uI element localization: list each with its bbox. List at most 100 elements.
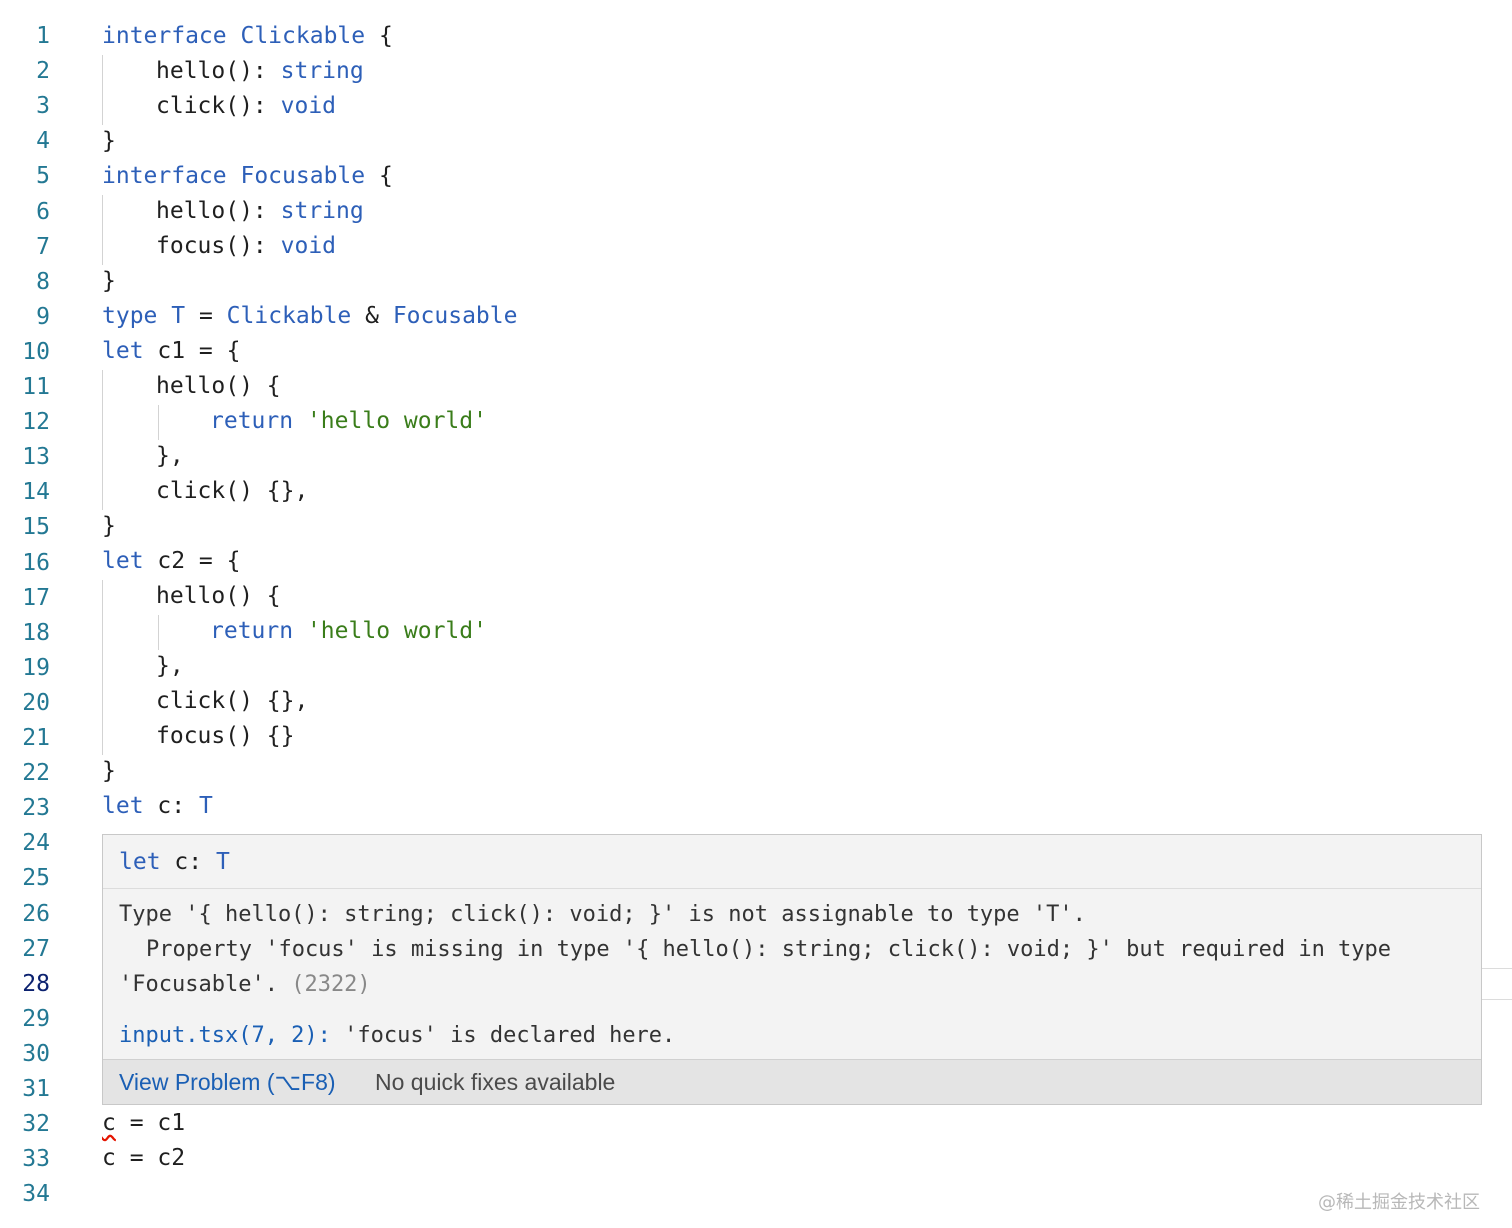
line-number: 5 <box>36 163 50 189</box>
watermark: @稀土掘金技术社区 <box>1318 1192 1480 1213</box>
code-text: }, <box>156 443 184 469</box>
code-text: } <box>102 128 116 154</box>
code-line-5[interactable]: interface Focusable { <box>102 159 393 194</box>
keyword: let <box>119 849 161 875</box>
error-message: Type '{ hello(): string; click(): void; … <box>119 897 1459 1002</box>
line-number: 13 <box>22 444 50 470</box>
code-line-3[interactable]: click(): void <box>156 89 336 124</box>
line-number: 9 <box>36 304 50 330</box>
line-number: 32 <box>22 1111 50 1137</box>
line-number: 18 <box>22 620 50 646</box>
code-line-33[interactable]: c = c2 <box>102 1141 185 1176</box>
line-number: 1 <box>36 23 50 49</box>
code-line-32[interactable]: c = c1 <box>102 1106 185 1141</box>
line-number: 11 <box>22 374 50 400</box>
type-name: void <box>280 233 337 259</box>
code-line-9[interactable]: type T = Clickable & Focusable <box>102 299 517 334</box>
line-number: 29 <box>22 1006 50 1032</box>
code-text: hello() { <box>156 583 281 609</box>
error-hover-widget[interactable]: let c: T Type '{ hello(): string; click(… <box>102 834 1482 1105</box>
line-number: 2 <box>36 58 50 84</box>
no-quick-fixes-label: No quick fixes available <box>375 1069 616 1095</box>
string-literal: 'hello world' <box>306 408 487 434</box>
line-number: 7 <box>36 234 50 260</box>
code-text: c1 = { <box>143 338 241 364</box>
code-text: { <box>365 163 393 189</box>
line-number: 15 <box>22 514 50 540</box>
code-line-22[interactable]: } <box>102 754 116 789</box>
error-message-line: Property 'focus' is missing in type '{ h… <box>146 937 1392 962</box>
code-text: c2 = { <box>143 548 241 574</box>
line-number: 30 <box>22 1041 50 1067</box>
code-text: c: <box>143 793 199 819</box>
error-code: (2322) <box>291 972 371 997</box>
line-number: 20 <box>22 690 50 716</box>
line-number: 10 <box>22 339 50 365</box>
code-text: hello(): <box>156 198 281 224</box>
code-line-4[interactable]: } <box>102 124 116 159</box>
keyword: let <box>102 548 144 574</box>
view-problem-button[interactable]: View Problem (⌥F8) <box>119 1069 336 1096</box>
error-message-text: 'Focusable'. <box>119 972 278 997</box>
related-information: input.tsx(7, 2): 'focus' is declared her… <box>119 1018 675 1053</box>
code-line-15[interactable]: } <box>102 509 116 544</box>
code-line-16[interactable]: let c2 = { <box>102 544 240 579</box>
code-text: c: <box>160 849 216 875</box>
code-line-21[interactable]: focus() {} <box>156 719 294 754</box>
indent-guide <box>158 405 159 440</box>
indent-guide <box>102 195 103 265</box>
hover-signature: let c: T <box>119 845 230 880</box>
type-name: Focusable <box>392 303 518 329</box>
code-text: click(): <box>156 93 281 119</box>
line-number: 26 <box>22 901 50 927</box>
code-line-18[interactable]: return 'hello world' <box>210 614 487 649</box>
code-text: hello() { <box>156 373 281 399</box>
line-number: 6 <box>36 199 50 225</box>
keyword: interface <box>102 23 227 49</box>
code-text: } <box>102 513 116 539</box>
error-message-line: Type '{ hello(): string; click(): void; … <box>119 902 1086 927</box>
code-editor[interactable]: 1 2 3 4 5 6 7 8 9 10 11 12 13 14 15 16 17 18 19 20 21 22 23 24 2… <box>0 0 1512 1228</box>
code-text: focus() {} <box>156 723 295 749</box>
code-line-6[interactable]: hello(): string <box>156 194 364 229</box>
code-line-23[interactable]: let c: T <box>102 789 213 824</box>
current-line-highlight-edge <box>1482 999 1512 1000</box>
related-location-link[interactable]: input.tsx(7, 2): <box>119 1023 331 1048</box>
line-number: 19 <box>22 655 50 681</box>
code-text: }, <box>156 653 184 679</box>
line-number: 21 <box>22 725 50 751</box>
code-line-20[interactable]: click() {}, <box>156 684 308 719</box>
string-literal: 'hello world' <box>306 618 487 644</box>
line-number: 28 <box>22 971 50 997</box>
code-text: } <box>102 268 116 294</box>
line-number: 12 <box>22 409 50 435</box>
error-squiggle-token[interactable]: c <box>102 1110 116 1136</box>
code-line-8[interactable]: } <box>102 264 116 299</box>
line-number: 24 <box>22 830 50 856</box>
code-text: click() {}, <box>156 688 309 714</box>
code-line-17[interactable]: hello() { <box>156 579 281 614</box>
code-line-13[interactable]: }, <box>156 439 184 474</box>
code-line-2[interactable]: hello(): string <box>156 54 364 89</box>
type-name: T <box>215 849 230 875</box>
code-line-11[interactable]: hello() { <box>156 369 281 404</box>
code-text: } <box>102 758 116 784</box>
code-text: click() {}, <box>156 478 309 504</box>
current-line-highlight-edge <box>1482 968 1512 969</box>
code-text: & <box>351 303 393 329</box>
code-line-14[interactable]: click() {}, <box>156 474 308 509</box>
line-number: 22 <box>22 760 50 786</box>
line-number: 17 <box>22 585 50 611</box>
type-name: Clickable <box>226 303 352 329</box>
code-line-1[interactable]: interface Clickable { <box>102 19 393 54</box>
hover-divider <box>103 888 1481 889</box>
line-number: 3 <box>36 93 50 119</box>
type-name: string <box>280 198 364 224</box>
indent-guide <box>102 55 103 125</box>
code-line-10[interactable]: let c1 = { <box>102 334 240 369</box>
hover-status-bar: View Problem (⌥F8) No quick fixes availa… <box>103 1059 1481 1104</box>
code-line-19[interactable]: }, <box>156 649 184 684</box>
code-line-12[interactable]: return 'hello world' <box>210 404 487 439</box>
line-number: 16 <box>22 550 50 576</box>
code-line-7[interactable]: focus(): void <box>156 229 336 264</box>
